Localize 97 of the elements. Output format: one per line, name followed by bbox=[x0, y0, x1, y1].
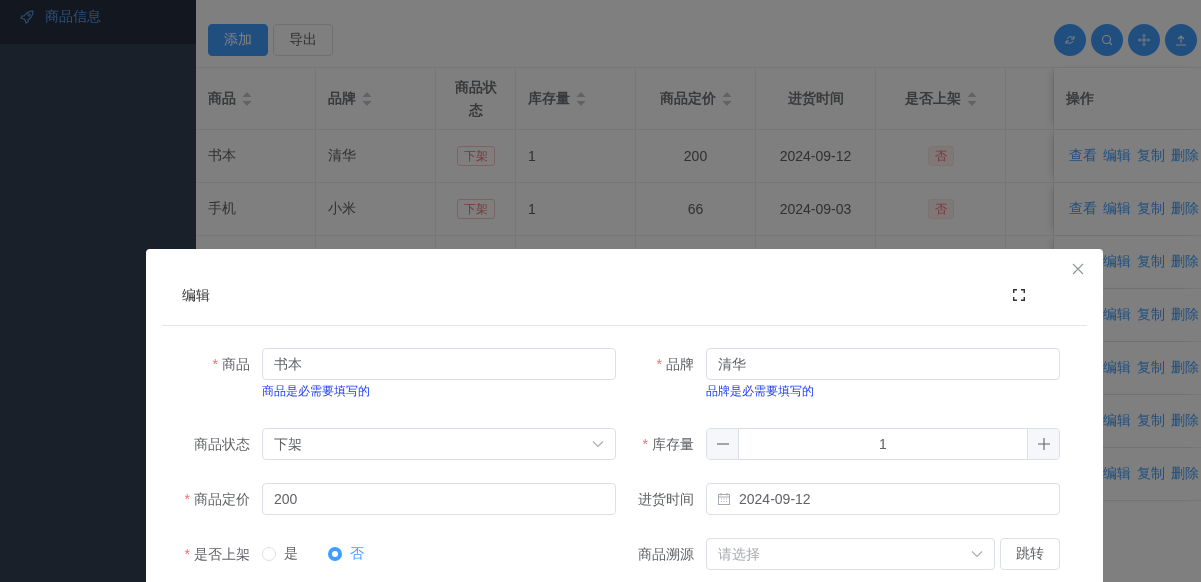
radio-option[interactable]: 是 bbox=[262, 545, 298, 563]
close-button[interactable] bbox=[1072, 263, 1084, 275]
field-label: 是否上架 bbox=[194, 546, 250, 562]
status-tag: 否 bbox=[927, 199, 954, 219]
status-tag: 否 bbox=[927, 146, 954, 166]
action-link[interactable]: 复制 bbox=[1137, 200, 1165, 218]
text-field[interactable]: 200 bbox=[262, 483, 616, 515]
caret-icon bbox=[592, 440, 604, 448]
date-field[interactable]: 2024-09-12 bbox=[706, 483, 1060, 515]
dialog-title: 编辑 bbox=[182, 286, 211, 305]
required-mark: * bbox=[642, 436, 648, 452]
plus-icon bbox=[1037, 438, 1050, 450]
action-link[interactable]: 编辑 bbox=[1103, 306, 1131, 324]
field-label: 库存量 bbox=[652, 436, 694, 452]
action-link[interactable]: 编辑 bbox=[1103, 412, 1131, 430]
table-cell: 清华 bbox=[328, 147, 356, 165]
move-button[interactable] bbox=[1128, 24, 1160, 56]
required-mark: * bbox=[212, 356, 218, 372]
table-cell: 200 bbox=[683, 148, 708, 164]
action-link[interactable]: 编辑 bbox=[1103, 200, 1131, 218]
export-button[interactable]: 导出 bbox=[273, 24, 333, 56]
upload-button[interactable] bbox=[1165, 24, 1197, 56]
required-mark: * bbox=[184, 546, 190, 562]
action-link[interactable]: 复制 bbox=[1137, 412, 1165, 430]
sort-icon bbox=[242, 91, 252, 106]
action-link[interactable]: 删除 bbox=[1171, 253, 1199, 271]
column-header: 进货时间 bbox=[787, 89, 844, 108]
sort-icon bbox=[576, 91, 586, 106]
action-link[interactable]: 查看 bbox=[1069, 147, 1097, 165]
fullscreen-button[interactable] bbox=[1013, 289, 1025, 301]
action-link[interactable]: 复制 bbox=[1137, 306, 1165, 324]
number-field[interactable]: 1 bbox=[706, 428, 1060, 460]
action-link[interactable]: 查看 bbox=[1069, 200, 1097, 218]
action-link[interactable]: 编辑 bbox=[1103, 465, 1131, 483]
validation-message: 品牌是必需要填写的 bbox=[706, 383, 815, 400]
sort-icon bbox=[966, 91, 977, 106]
table-cell: 手机 bbox=[208, 200, 236, 218]
jump-button[interactable]: 跳转 bbox=[1000, 538, 1060, 570]
sort-icon bbox=[721, 91, 732, 106]
close-icon bbox=[1072, 263, 1084, 275]
column-header: 品牌 bbox=[328, 87, 372, 110]
action-link[interactable]: 复制 bbox=[1137, 147, 1165, 165]
rocket-icon bbox=[20, 10, 34, 24]
upload-icon bbox=[1175, 34, 1187, 46]
action-link[interactable]: 编辑 bbox=[1103, 253, 1131, 271]
table-cell: 小米 bbox=[328, 200, 356, 218]
column-header: 商品状态 bbox=[453, 77, 498, 120]
text-field[interactable]: 书本 bbox=[262, 348, 616, 380]
table-cell: 2024-09-12 bbox=[779, 148, 852, 164]
field-label: 进货时间 bbox=[638, 491, 694, 507]
action-link[interactable]: 编辑 bbox=[1103, 147, 1131, 165]
action-link[interactable]: 删除 bbox=[1171, 412, 1199, 430]
action-link[interactable]: 删除 bbox=[1171, 200, 1199, 218]
field-label: 商品定价 bbox=[194, 491, 250, 507]
action-link[interactable]: 删除 bbox=[1171, 465, 1199, 483]
refresh-icon bbox=[1064, 34, 1076, 46]
search-button[interactable] bbox=[1091, 24, 1123, 56]
action-link[interactable]: 删除 bbox=[1171, 306, 1199, 324]
required-mark: * bbox=[184, 491, 190, 507]
add-button[interactable]: 添加 bbox=[208, 24, 268, 56]
increment-button[interactable] bbox=[1027, 429, 1059, 459]
column-header: 操作 bbox=[1066, 89, 1094, 108]
field-label: 品牌 bbox=[666, 356, 694, 372]
text-field[interactable]: 清华 bbox=[706, 348, 1060, 380]
field-label: 商品状态 bbox=[194, 436, 250, 452]
column-header: 商品 bbox=[208, 87, 252, 110]
table-cell: 66 bbox=[687, 201, 704, 217]
refresh-button[interactable] bbox=[1054, 24, 1086, 56]
table-cell: 书本 bbox=[208, 147, 236, 165]
select-field[interactable]: 下架 bbox=[262, 428, 616, 460]
status-tag: 下架 bbox=[456, 199, 495, 219]
column-header: 是否上架 bbox=[904, 87, 977, 110]
status-tag: 下架 bbox=[456, 146, 495, 166]
field-label: 商品 bbox=[222, 356, 250, 372]
field-label: 商品溯源 bbox=[638, 546, 694, 562]
move-icon bbox=[1138, 34, 1150, 46]
table-cell: 1 bbox=[528, 201, 536, 217]
sort-icon bbox=[362, 91, 372, 106]
search-icon bbox=[1101, 34, 1113, 46]
caret-icon bbox=[971, 550, 983, 558]
decrement-button[interactable] bbox=[707, 429, 739, 459]
action-link[interactable]: 编辑 bbox=[1103, 359, 1131, 377]
required-mark: * bbox=[656, 356, 662, 372]
select-field[interactable]: 请选择 bbox=[706, 538, 995, 570]
radio-option[interactable]: 否 bbox=[328, 545, 364, 563]
validation-message: 商品是必需要填写的 bbox=[262, 383, 371, 400]
action-link[interactable]: 复制 bbox=[1137, 253, 1165, 271]
action-link[interactable]: 删除 bbox=[1171, 147, 1199, 165]
table-cell: 1 bbox=[528, 148, 536, 164]
action-link[interactable]: 复制 bbox=[1137, 465, 1165, 483]
action-link[interactable]: 删除 bbox=[1171, 359, 1199, 377]
calendar-icon bbox=[718, 493, 730, 505]
fullscreen-icon bbox=[1013, 289, 1025, 301]
action-link[interactable]: 复制 bbox=[1137, 359, 1165, 377]
column-header: 商品定价 bbox=[659, 87, 732, 110]
table-cell: 2024-09-03 bbox=[779, 201, 852, 217]
column-header: 库存量 bbox=[528, 87, 586, 110]
